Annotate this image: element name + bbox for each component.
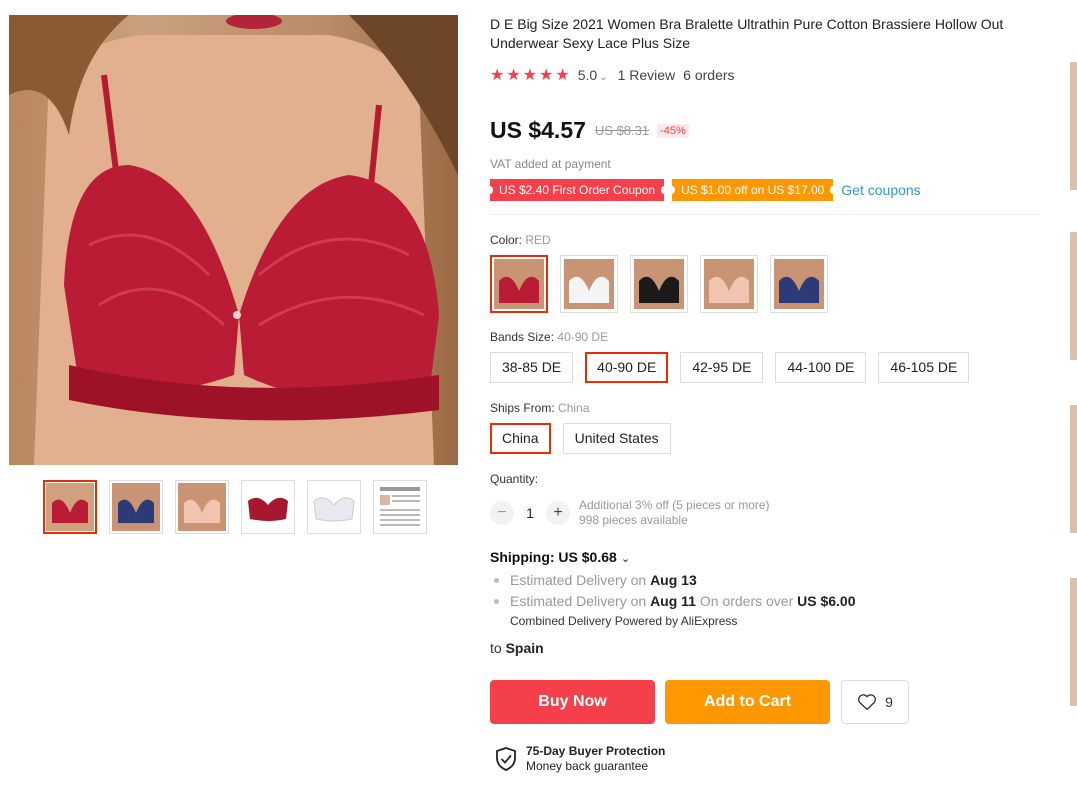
color-label: Color: RED	[490, 233, 551, 247]
vat-note: VAT added at payment	[490, 157, 611, 171]
swatch-white-image	[564, 259, 614, 309]
chevron-down-icon: ⌄	[599, 72, 608, 83]
color-swatches	[490, 255, 828, 313]
swatch-red-image	[494, 259, 544, 309]
bulk-discount-note: Additional 3% off (5 pieces or more)	[579, 498, 770, 512]
thumbnail-nude-image	[178, 483, 226, 531]
color-swatch-red[interactable]	[490, 255, 548, 313]
purchase-actions: Buy Now Add to Cart 9	[490, 680, 909, 724]
edge-image	[1070, 578, 1077, 706]
band-size-option-selected[interactable]: 40-90 DE	[585, 352, 669, 383]
wishlist-count: 9	[885, 694, 893, 710]
swatch-navy-image	[774, 259, 824, 309]
band-size-option[interactable]: 42-95 DE	[680, 352, 764, 383]
wishlist-button[interactable]: 9	[841, 680, 909, 724]
rating-row: ★★★★★ 5.0 ⌄ 1 Review 6 orders	[490, 65, 735, 85]
band-size-option[interactable]: 44-100 DE	[775, 352, 867, 383]
edge-image	[1070, 62, 1077, 190]
thumbnail-white-flat[interactable]	[307, 480, 361, 534]
discount-badge: -45%	[657, 123, 689, 138]
chevron-down-icon: ⌄	[620, 553, 631, 565]
protection-title: 75-Day Buyer Protection	[526, 744, 666, 758]
heart-icon	[858, 694, 877, 711]
color-swatch-white[interactable]	[560, 255, 618, 313]
quantity-label: Quantity:	[490, 472, 539, 486]
selected-color: RED	[525, 233, 551, 247]
add-to-cart-button[interactable]: Add to Cart	[665, 680, 830, 724]
reviews-link[interactable]: 1 Review	[618, 67, 676, 83]
thumbnail-size-chart[interactable]	[373, 480, 427, 534]
quantity-value[interactable]: 1	[514, 505, 546, 521]
thumbnail-navy-image	[112, 483, 160, 531]
thumbnail-red-flat-image	[244, 483, 292, 531]
star-rating-icon: ★★★★★	[490, 67, 572, 84]
quantity-stepper: − 1 + Additional 3% off (5 pieces or mor…	[490, 498, 770, 528]
selected-ships-from: China	[558, 401, 590, 415]
buy-now-button[interactable]: Buy Now	[490, 680, 655, 724]
swatch-nude-image	[704, 259, 754, 309]
main-product-image[interactable]	[9, 15, 458, 465]
quantity-minus-button[interactable]: −	[490, 501, 514, 525]
thumbnail-nude[interactable]	[175, 480, 229, 534]
ships-from-option-selected[interactable]: China	[490, 423, 551, 454]
coupon-row: US $2.40 First Order Coupon US $1.00 off…	[486, 179, 921, 201]
buyer-protection: 75-Day Buyer Protection Money back guara…	[495, 744, 665, 774]
get-coupons-link[interactable]: Get coupons	[841, 182, 920, 198]
color-swatch-navy[interactable]	[770, 255, 828, 313]
edge-image	[1070, 405, 1077, 533]
quantity-plus-button[interactable]: +	[546, 501, 570, 525]
thumbnail-red[interactable]	[43, 480, 97, 534]
color-swatch-black[interactable]	[630, 255, 688, 313]
product-photo-illustration	[9, 15, 458, 465]
thumbnail-red-image	[46, 483, 94, 531]
ships-from-label: Ships From: China	[490, 401, 590, 415]
original-price: US $8.31	[594, 123, 650, 138]
delivery-estimates: Estimated Delivery on Aug 13 Estimated D…	[490, 570, 856, 612]
thumbnail-strip	[43, 480, 427, 534]
swatch-black-image	[634, 259, 684, 309]
edge-image	[1070, 232, 1077, 360]
ships-from-options: China United States	[490, 423, 671, 454]
thumbnail-white-flat-image	[310, 483, 358, 531]
divider	[490, 214, 1040, 215]
combined-delivery-note: Combined Delivery Powered by AliExpress	[510, 614, 738, 628]
store-coupon[interactable]: US $1.00 off on US $17.00	[669, 179, 837, 201]
band-size-options: 38-85 DE 40-90 DE 42-95 DE 44-100 DE 46-…	[490, 352, 970, 383]
price-row: US $4.57 US $8.31 -45%	[490, 117, 689, 144]
shipping-title[interactable]: Shipping: US $0.68 ⌄	[490, 549, 630, 565]
delivery-estimate: Estimated Delivery on Aug 13	[490, 570, 856, 591]
stock-available: 998 pieces available	[579, 513, 688, 527]
current-price: US $4.57	[490, 117, 586, 143]
thumbnail-navy[interactable]	[109, 480, 163, 534]
shield-check-icon	[496, 747, 516, 771]
ships-from-option[interactable]: United States	[562, 423, 671, 454]
delivery-estimate: Estimated Delivery on Aug 11 On orders o…	[490, 591, 856, 612]
rating-score[interactable]: 5.0 ⌄	[578, 67, 608, 83]
band-size-option[interactable]: 46-105 DE	[878, 352, 970, 383]
orders-count: 6 orders	[683, 67, 735, 83]
selected-band-size: 40-90 DE	[557, 330, 609, 344]
quantity-info: Additional 3% off (5 pieces or more) 998…	[579, 498, 770, 528]
band-size-option[interactable]: 38-85 DE	[490, 352, 574, 383]
first-order-coupon[interactable]: US $2.40 First Order Coupon	[486, 179, 668, 201]
color-swatch-nude[interactable]	[700, 255, 758, 313]
thumbnail-red-flat[interactable]	[241, 480, 295, 534]
size-chart-icon	[376, 483, 424, 531]
protection-subtitle: Money back guarantee	[526, 759, 649, 773]
product-title: D E Big Size 2021 Women Bra Bralette Ult…	[490, 16, 1004, 51]
band-size-label: Bands Size: 40-90 DE	[490, 330, 609, 344]
ship-to-country[interactable]: to Spain	[490, 640, 544, 656]
